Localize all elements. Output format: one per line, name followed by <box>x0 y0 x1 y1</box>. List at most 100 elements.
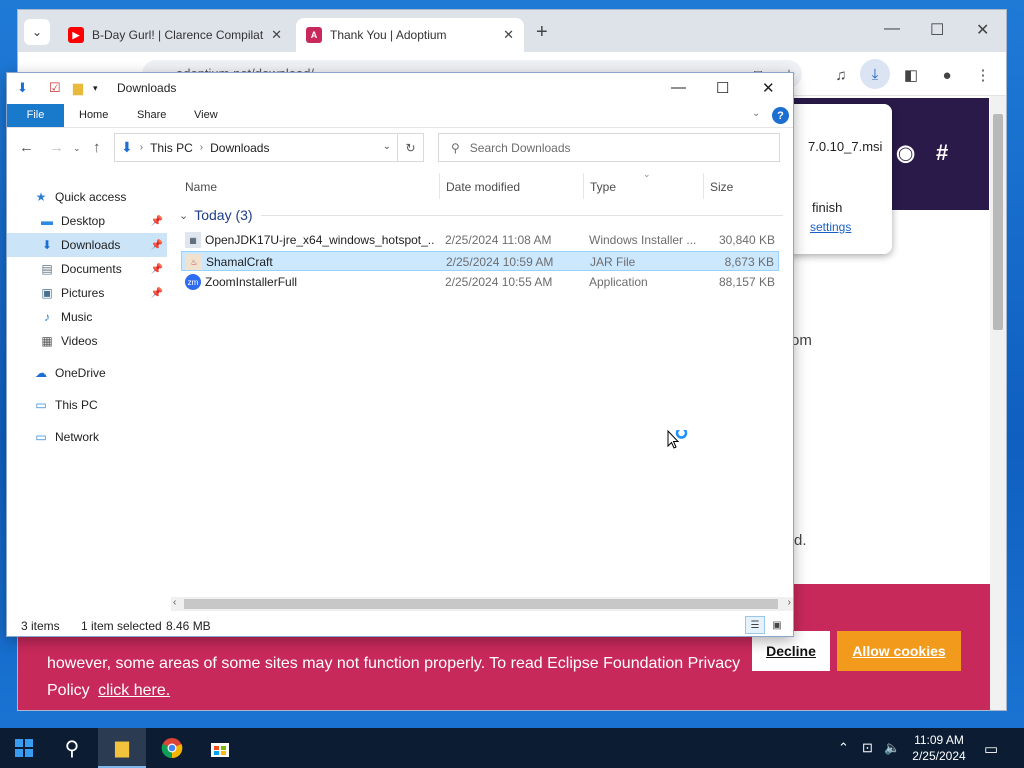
media-control-icon[interactable]: ♫ <box>830 64 852 86</box>
download-filename[interactable]: 7.0.10_7.msi <box>808 139 882 154</box>
expand-ribbon-icon[interactable]: ⌄ <box>752 108 760 119</box>
breadcrumb-downloads[interactable]: Downloads <box>210 141 269 155</box>
close-tab-icon[interactable]: ✕ <box>503 27 514 43</box>
taskbar-store[interactable] <box>196 728 244 768</box>
file-row-selected[interactable]: ♨ ShamalCraft 2/25/2024 10:59 AM JAR Fil… <box>181 251 779 271</box>
column-name[interactable]: Name <box>185 175 217 199</box>
group-header-today[interactable]: ⌄ Today (3) <box>173 205 783 225</box>
column-divider[interactable] <box>703 173 704 199</box>
address-path[interactable]: ⬇ › This PC › Downloads ⌄ ↻ <box>114 133 424 162</box>
up-button[interactable]: ↑ <box>93 139 101 156</box>
document-icon: ▤ <box>41 262 53 276</box>
help-icon[interactable]: ? <box>772 107 789 124</box>
close-button[interactable]: ✕ <box>976 20 989 40</box>
scrollbar-thumb[interactable] <box>184 599 778 609</box>
ribbon-tab-view[interactable]: View <box>182 104 230 127</box>
chrome-icon <box>161 738 183 759</box>
maximize-button[interactable]: ☐ <box>716 79 729 97</box>
pin-icon[interactable]: 📌 <box>151 264 163 275</box>
downloads-button[interactable]: ⤓ <box>860 59 890 89</box>
ribbon-tab-home[interactable]: Home <box>67 104 120 127</box>
tab-adoptium[interactable]: A Thank You | Adoptium ✕ <box>296 18 524 52</box>
allow-cookies-button[interactable]: Allow cookies <box>837 631 961 671</box>
close-tab-icon[interactable]: ✕ <box>271 27 282 43</box>
file-name: OpenJDK17U-jre_x64_windows_hotspot_... <box>205 233 435 247</box>
back-button[interactable]: ← <box>19 139 34 156</box>
profile-icon[interactable]: ● <box>936 64 958 86</box>
page-text-fragment: om <box>791 332 812 349</box>
taskbar-file-explorer[interactable]: ▆ <box>98 728 146 768</box>
close-button[interactable]: ✕ <box>762 79 775 97</box>
file-row[interactable]: zm ZoomInstallerFull 2/25/2024 10:55 AM … <box>181 272 779 292</box>
recent-locations-icon[interactable]: ⌄ <box>73 143 81 154</box>
file-list: Name Date modified Type ⌄ Size ⌄ Today (… <box>173 169 793 599</box>
ribbon-tab-file[interactable]: File <box>7 104 64 127</box>
scroll-left-icon[interactable]: ‹ <box>173 597 176 608</box>
column-date-modified[interactable]: Date modified <box>446 175 520 199</box>
scroll-right-icon[interactable]: › <box>788 597 791 608</box>
minimize-button[interactable]: — <box>671 79 686 96</box>
nav-quick-access[interactable]: ★ Quick access <box>7 185 167 209</box>
msi-icon: ▦ <box>185 232 201 248</box>
page-scrollbar[interactable] <box>990 96 1006 710</box>
status-bar: 3 items 1 item selected 8.46 MB ☰ ▣ <box>7 615 793 636</box>
download-settings-link[interactable]: settings <box>810 220 851 234</box>
pin-icon[interactable]: 📌 <box>151 240 163 251</box>
github-icon[interactable]: ◉ <box>896 140 915 166</box>
forward-button[interactable]: → <box>49 139 64 156</box>
tab-search-button[interactable]: ⌄ <box>24 19 50 45</box>
nav-onedrive[interactable]: ☁ OneDrive <box>7 361 167 385</box>
slack-icon[interactable]: # <box>936 140 948 166</box>
chevron-down-icon[interactable]: ⌄ <box>383 141 391 152</box>
pin-icon[interactable]: 📌 <box>151 216 163 227</box>
nav-documents[interactable]: ▤ Documents 📌 <box>7 257 167 281</box>
network-status-icon[interactable]: ⊡ <box>862 740 873 756</box>
side-panel-icon[interactable]: ◧ <box>900 64 922 86</box>
tab-strip: ⌄ ▶ B-Day Gurl! | Clarence Compilat ✕ A … <box>18 10 1006 52</box>
nav-music[interactable]: ♪ Music <box>7 305 167 329</box>
search-button[interactable]: ⚲ <box>48 728 96 768</box>
scrollbar-thumb[interactable] <box>993 114 1003 330</box>
new-tab-button[interactable]: + <box>536 21 548 44</box>
pin-icon[interactable]: 📌 <box>151 288 163 299</box>
column-size[interactable]: Size <box>710 175 733 199</box>
new-folder-icon[interactable]: ▆ <box>73 80 83 96</box>
tab-youtube[interactable]: ▶ B-Day Gurl! | Clarence Compilat ✕ <box>58 18 292 52</box>
large-icons-view-button[interactable]: ▣ <box>767 616 787 634</box>
decline-cookies-button[interactable]: Decline <box>752 631 830 671</box>
horizontal-scrollbar[interactable]: ‹ › <box>171 597 793 611</box>
nav-downloads[interactable]: ⬇ Downloads 📌 <box>7 233 167 257</box>
nav-desktop[interactable]: ▬ Desktop 📌 <box>7 209 167 233</box>
details-view-button[interactable]: ☰ <box>745 616 765 634</box>
taskbar-chrome[interactable] <box>148 728 196 768</box>
column-divider[interactable] <box>439 173 440 199</box>
properties-icon[interactable]: ☑ <box>49 80 61 96</box>
chevron-down-icon[interactable]: ⌄ <box>179 209 188 222</box>
file-row[interactable]: ▦ OpenJDK17U-jre_x64_windows_hotspot_...… <box>181 230 779 250</box>
notification-icon[interactable]: ▭ <box>984 740 998 758</box>
ribbon-tab-share[interactable]: Share <box>125 104 178 127</box>
folder-icon: ▆ <box>115 736 129 757</box>
start-button[interactable] <box>0 728 48 768</box>
system-clock[interactable]: 11:09 AM 2/25/2024 <box>904 732 974 764</box>
refresh-button[interactable]: ↻ <box>397 134 423 161</box>
maximize-button[interactable]: ☐ <box>930 20 944 40</box>
volume-muted-icon[interactable]: 🔈 <box>884 740 900 756</box>
search-input[interactable]: ⚲ Search Downloads <box>438 133 780 162</box>
cookie-policy-link[interactable]: click here. <box>98 682 170 699</box>
column-type[interactable]: Type <box>590 175 616 199</box>
nav-network[interactable]: ▭ Network <box>7 425 167 449</box>
menu-icon[interactable]: ⋮ <box>972 64 994 86</box>
nav-this-pc[interactable]: ▭ This PC <box>7 393 167 417</box>
minimize-button[interactable]: — <box>884 20 900 38</box>
breadcrumb-this-pc[interactable]: This PC <box>150 141 193 155</box>
file-date: 2/25/2024 10:55 AM <box>445 275 553 289</box>
adoptium-icon: A <box>306 27 322 43</box>
search-placeholder: Search Downloads <box>469 140 571 155</box>
column-divider[interactable] <box>583 173 584 199</box>
nav-pictures[interactable]: ▣ Pictures 📌 <box>7 281 167 305</box>
file-date: 2/25/2024 10:59 AM <box>446 255 554 269</box>
chevron-up-icon[interactable]: ⌃ <box>838 740 849 756</box>
customize-quick-access-icon[interactable]: ▾ <box>93 83 98 94</box>
nav-videos[interactable]: ▦ Videos <box>7 329 167 353</box>
